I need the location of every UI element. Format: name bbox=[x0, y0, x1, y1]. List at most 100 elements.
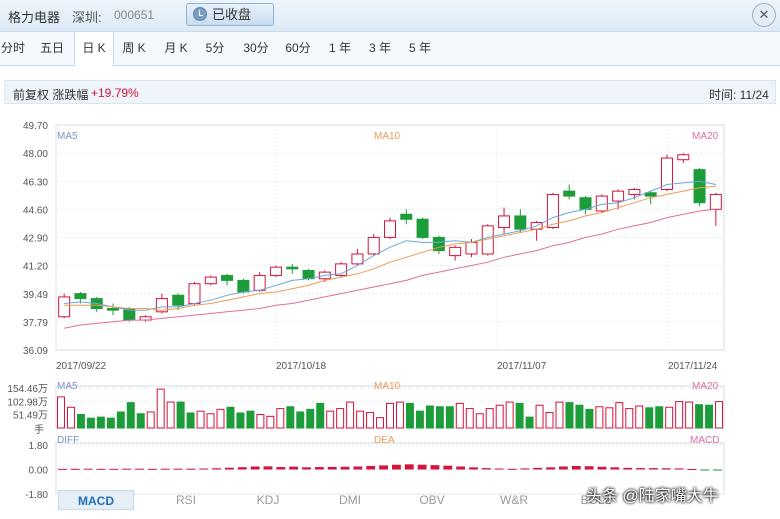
macd-bar bbox=[597, 466, 607, 470]
macd-bar bbox=[173, 468, 183, 470]
macd-bar bbox=[546, 467, 555, 470]
volume-bar bbox=[585, 408, 594, 429]
candle-body bbox=[253, 274, 266, 291]
price-tick-label: 42.90 bbox=[23, 234, 48, 245]
macd-bar bbox=[404, 464, 414, 470]
price-tick-label: 46.30 bbox=[23, 177, 48, 188]
macd-bar bbox=[160, 468, 170, 470]
volume-bar bbox=[256, 414, 265, 429]
volume-tick-label: 51.49万 bbox=[13, 411, 48, 422]
candle-body bbox=[351, 253, 364, 265]
macd-bar bbox=[392, 464, 401, 470]
volume-bar bbox=[425, 405, 434, 429]
candle-body bbox=[546, 193, 559, 228]
macd-bar bbox=[623, 467, 633, 470]
volume-bar bbox=[395, 401, 404, 429]
candle-body bbox=[416, 218, 429, 238]
volume-bar bbox=[356, 410, 365, 429]
candle-body bbox=[269, 266, 282, 276]
candle-body bbox=[514, 215, 527, 230]
volume-bar bbox=[346, 401, 355, 429]
volume-bar bbox=[515, 402, 524, 429]
volume-bar bbox=[465, 408, 474, 429]
volume-bar bbox=[316, 402, 325, 429]
tab-kdj[interactable]: KDJ bbox=[230, 490, 306, 510]
volume-bar bbox=[276, 408, 285, 429]
macd-bar bbox=[237, 467, 247, 470]
volume-bar bbox=[166, 401, 175, 429]
candle-body bbox=[498, 215, 511, 228]
tab-wr[interactable]: W&R bbox=[476, 490, 552, 510]
volume-legend-ma10: MA10 bbox=[374, 381, 401, 392]
legend-ma5: MA5 bbox=[57, 131, 78, 142]
volume-bar bbox=[196, 410, 205, 429]
macd-bar bbox=[533, 467, 543, 470]
volume-bar bbox=[156, 388, 165, 429]
macd-bar bbox=[314, 467, 324, 470]
volume-bar bbox=[565, 402, 574, 429]
volume-bar bbox=[116, 411, 125, 429]
macd-bar bbox=[713, 469, 722, 471]
macd-bar bbox=[610, 467, 620, 470]
volume-bar bbox=[535, 404, 544, 429]
volume-bar bbox=[376, 417, 385, 429]
tab-dmi[interactable]: DMI bbox=[312, 490, 388, 510]
volume-bar bbox=[386, 402, 394, 429]
volume-bar bbox=[336, 408, 345, 429]
macd-bar bbox=[58, 468, 67, 470]
volume-bar bbox=[296, 411, 305, 429]
volume-bar bbox=[475, 413, 484, 429]
volume-bar bbox=[66, 406, 75, 429]
macd-bar bbox=[135, 468, 144, 470]
legend-ma10: MA10 bbox=[374, 131, 401, 142]
volume-bar bbox=[705, 404, 714, 429]
macd-bar bbox=[276, 467, 286, 470]
macd-bar bbox=[443, 465, 453, 470]
volume-bar bbox=[655, 406, 664, 429]
candle-body bbox=[107, 308, 120, 311]
tab-obv[interactable]: OBV bbox=[394, 490, 470, 510]
price-tick-label: 37.79 bbox=[23, 318, 48, 329]
candle-body bbox=[237, 279, 250, 293]
volume-bar bbox=[715, 401, 723, 429]
volume-tick-label: 102.98万 bbox=[7, 397, 48, 408]
macd-bar bbox=[648, 468, 658, 470]
volume-bar bbox=[146, 411, 155, 429]
macd-bar bbox=[225, 467, 234, 470]
macd-bar bbox=[199, 468, 209, 470]
volume-bar bbox=[615, 402, 624, 429]
date-tick-label: 2017/11/07 bbox=[497, 361, 547, 372]
volume-bar bbox=[505, 401, 514, 429]
macd-bar bbox=[340, 466, 350, 470]
date-tick-label: 2017/11/24 bbox=[668, 361, 718, 372]
volume-bar bbox=[96, 416, 105, 429]
volume-bar bbox=[106, 417, 115, 429]
volume-bar bbox=[86, 417, 95, 429]
candle-body bbox=[367, 236, 380, 255]
macd-legend-diff: DIFF bbox=[57, 435, 79, 446]
macd-bar bbox=[417, 464, 427, 470]
macd-bar bbox=[147, 468, 157, 470]
macd-bar bbox=[379, 465, 388, 470]
volume-bar bbox=[57, 396, 65, 429]
macd-bar bbox=[353, 466, 363, 470]
candle-body bbox=[221, 274, 234, 281]
macd-bar bbox=[302, 467, 311, 470]
macd-bar bbox=[366, 465, 376, 470]
macd-bar bbox=[571, 465, 581, 470]
macd-bar bbox=[661, 468, 671, 470]
kline-chart-area[interactable]: 49.70 48.00 46.30 44.60 42.90 41.20 39.49 37.79… bbox=[0, 0, 780, 519]
watermark: 头条 @陆家嘴大牛 bbox=[586, 488, 719, 505]
volume-bar bbox=[176, 401, 185, 429]
date-tick-label: 2017/10/18 bbox=[276, 361, 326, 372]
volume-legend-ma20: MA20 bbox=[692, 381, 719, 392]
volume-bar bbox=[555, 401, 564, 429]
date-tick-label: 2017/09/22 bbox=[56, 361, 106, 372]
price-tick-label: 41.20 bbox=[23, 262, 48, 273]
tab-rsi[interactable]: RSI bbox=[148, 490, 224, 510]
volume-bar bbox=[595, 406, 604, 429]
volume-bar bbox=[136, 413, 145, 429]
macd-bar bbox=[83, 468, 93, 470]
macd-legend-dea: DEA bbox=[374, 435, 395, 446]
tab-macd[interactable]: MACD bbox=[58, 490, 134, 510]
